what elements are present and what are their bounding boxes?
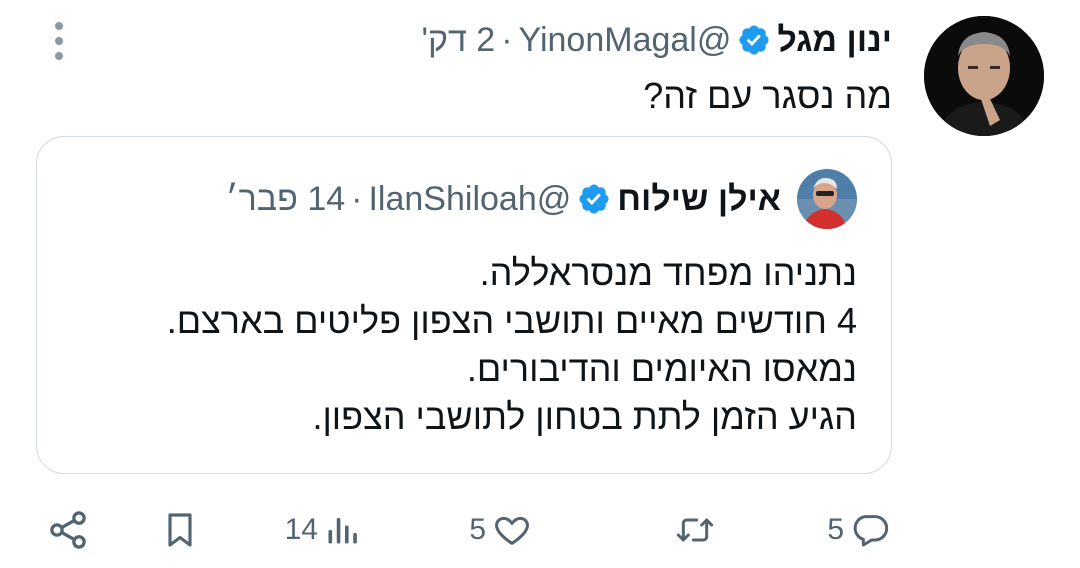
reply-button[interactable]: 5 — [827, 500, 890, 560]
verified-badge-icon — [737, 23, 771, 57]
more-options-icon[interactable] — [44, 18, 74, 64]
verified-badge-icon — [577, 182, 611, 216]
like-icon — [492, 510, 532, 550]
meta-separator: · — [351, 179, 363, 218]
tweet-time[interactable]: 2 דק' — [421, 21, 495, 60]
quoted-tweet-text: נתניהו מפחד מנסראללה. 4 חודשים מאיים ותו… — [167, 249, 857, 441]
quoted-text-line: נמאסו האיומים והדיבורים. — [466, 348, 857, 389]
views-count: 14 — [284, 513, 318, 546]
share-icon — [46, 508, 90, 552]
meta-separator: · — [501, 20, 513, 59]
author-avatar[interactable] — [924, 16, 1044, 136]
reply-icon — [850, 510, 890, 550]
like-count: 5 — [469, 513, 486, 546]
quoted-tweet-time[interactable]: 14 פבר׳ — [226, 180, 346, 219]
quoted-author-handle[interactable]: @IlanShiloah — [368, 180, 571, 219]
quoted-text-line: הגיע הזמן לתת בטחון לתושבי הצפון. — [312, 396, 857, 437]
views-icon — [324, 510, 360, 550]
share-button[interactable] — [46, 500, 90, 560]
tweet: ינון מגל @YinonMagal · 2 דק' מה נסגר עם … — [0, 0, 1080, 568]
quoted-author-name[interactable]: אילן שילוח — [617, 180, 781, 219]
quoted-header: אילן שילוח @IlanShiloah · 14 פבר׳ — [226, 175, 781, 223]
author-name[interactable]: ינון מגל — [777, 21, 892, 60]
action-bar: 5 5 14 — [50, 500, 890, 560]
quoted-author-avatar[interactable] — [797, 169, 857, 229]
like-button[interactable]: 5 — [469, 500, 532, 560]
author-handle[interactable]: @YinonMagal — [519, 21, 732, 60]
reply-count: 5 — [827, 513, 844, 546]
bookmark-button[interactable] — [160, 500, 200, 560]
quoted-text-line: 4 חודשים מאיים ותושבי הצפון פליטים בארצם… — [166, 300, 857, 341]
views-button[interactable]: 14 — [285, 500, 360, 560]
tweet-text: מה נסגר עם זה? — [643, 75, 892, 116]
quoted-tweet[interactable]: אילן שילוח @IlanShiloah · 14 פבר׳ נתניהו… — [36, 136, 892, 474]
retweet-button[interactable] — [668, 500, 716, 560]
quoted-text-line: נתניהו מפחד מנסראללה. — [479, 252, 857, 293]
tweet-header: ינון מגל @YinonMagal · 2 דק' — [421, 16, 892, 64]
retweet-icon — [674, 510, 716, 550]
bookmark-icon — [160, 508, 200, 552]
